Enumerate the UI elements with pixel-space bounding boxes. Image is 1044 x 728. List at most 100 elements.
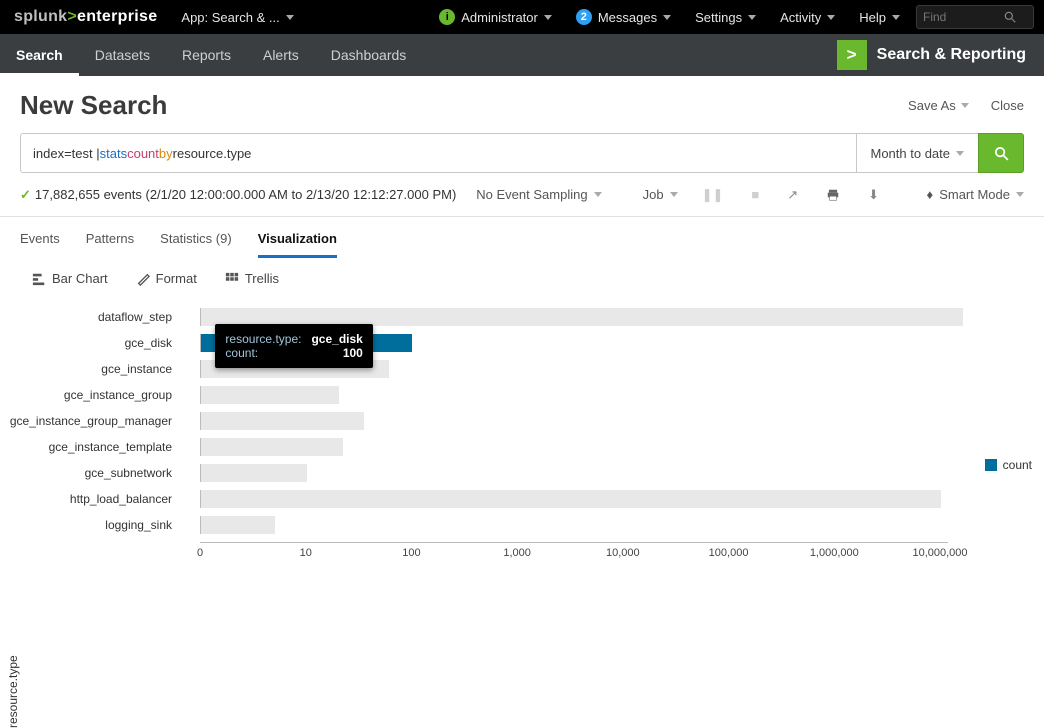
- chevron-down-icon: [670, 192, 678, 197]
- chart-type-picker[interactable]: Bar Chart: [32, 271, 108, 286]
- close-button[interactable]: Close: [991, 98, 1024, 113]
- format-button[interactable]: Format: [136, 271, 197, 286]
- sampling-menu[interactable]: No Event Sampling: [476, 187, 601, 202]
- bar[interactable]: [201, 516, 275, 534]
- nav-item-reports[interactable]: Reports: [166, 34, 247, 76]
- chart-row: gce_instance_template: [200, 434, 948, 460]
- settings-label: Settings: [695, 10, 742, 25]
- visualization-toolbar: Bar Chart Format Trellis: [0, 259, 1044, 298]
- chevron-down-icon: [827, 15, 835, 20]
- chevron-down-icon: [892, 15, 900, 20]
- brand-pre: splunk: [14, 8, 67, 25]
- admin-menu[interactable]: i Administrator: [427, 0, 564, 34]
- result-tabs: Events Patterns Statistics (9) Visualizatio…: [0, 217, 1044, 259]
- nav-item-alerts[interactable]: Alerts: [247, 34, 315, 76]
- app-logo-icon: >: [837, 40, 867, 70]
- result-tab-visualization[interactable]: Visualization: [258, 231, 337, 258]
- x-tick: 1,000,000: [810, 547, 859, 559]
- trellis-button[interactable]: Trellis: [225, 271, 279, 286]
- x-tick: 100: [402, 547, 420, 559]
- brand-sep: >: [67, 8, 77, 25]
- page-header: New Search Save As Close: [0, 76, 1044, 127]
- x-tick: 100,000: [709, 547, 749, 559]
- app-navbar: SearchDatasetsReportsAlertsDashboards > …: [0, 34, 1044, 76]
- bar-track[interactable]: [200, 490, 948, 508]
- chevron-down-icon: [663, 15, 671, 20]
- bar[interactable]: [201, 438, 343, 456]
- chevron-down-icon: [286, 15, 294, 20]
- chevron-down-icon: [748, 15, 756, 20]
- time-range-picker[interactable]: Month to date: [856, 133, 979, 173]
- global-find-input[interactable]: [923, 10, 1003, 24]
- messages-badge: 2: [576, 9, 592, 25]
- result-tab-patterns[interactable]: Patterns: [86, 231, 134, 258]
- print-icon[interactable]: [822, 187, 844, 203]
- admin-label: Administrator: [461, 10, 538, 25]
- bar-chart-icon: [32, 272, 46, 286]
- run-search-button[interactable]: [978, 133, 1024, 173]
- brush-icon: [136, 272, 150, 286]
- nav-item-datasets[interactable]: Datasets: [79, 34, 166, 76]
- result-tab-statistics-[interactable]: Statistics (9): [160, 231, 232, 258]
- chart-legend: count: [985, 458, 1032, 472]
- result-tab-events[interactable]: Events: [20, 231, 60, 258]
- search-status-row: ✓17,882,655 events (2/1/20 12:00:00.000 …: [0, 173, 1044, 217]
- bar-track[interactable]: [200, 516, 948, 534]
- time-range-label: Month to date: [871, 146, 951, 161]
- help-menu[interactable]: Help: [847, 0, 912, 34]
- grid-icon: [225, 272, 239, 286]
- save-as-button[interactable]: Save As: [908, 98, 969, 113]
- chevron-down-icon: [594, 192, 602, 197]
- pause-icon: ❚❚: [698, 187, 728, 203]
- legend-swatch: [985, 459, 997, 471]
- x-tick: 10: [300, 547, 312, 559]
- category-label: gce_instance: [0, 362, 180, 376]
- help-label: Help: [859, 10, 886, 25]
- job-menu[interactable]: Job: [643, 187, 678, 202]
- category-label: gce_disk: [0, 336, 180, 350]
- x-axis: 0101001,00010,000100,0001,000,00010,000,…: [200, 542, 948, 566]
- chart-area: resource.type dataflow_stepgce_diskgce_i…: [0, 298, 1044, 566]
- global-find[interactable]: [916, 5, 1034, 29]
- bar[interactable]: [201, 464, 307, 482]
- nav-item-dashboards[interactable]: Dashboards: [315, 34, 423, 76]
- chevron-down-icon: [544, 15, 552, 20]
- search-icon: [1003, 10, 1017, 24]
- bar-track[interactable]: [200, 386, 948, 404]
- info-icon: i: [439, 9, 455, 25]
- messages-label: Messages: [598, 10, 657, 25]
- page-title: New Search: [20, 90, 167, 121]
- x-tick: 1,000: [503, 547, 531, 559]
- global-topbar: splunk>enterprise App: Search & ... i Ad…: [0, 0, 1044, 34]
- nav-item-search[interactable]: Search: [0, 34, 79, 76]
- search-input[interactable]: index=test | stats count by resource.typ…: [20, 133, 856, 173]
- bar-track[interactable]: [200, 464, 948, 482]
- bolt-icon: ♦: [927, 187, 934, 202]
- app-switcher-label: App: Search & ...: [181, 10, 279, 25]
- bar[interactable]: [201, 386, 339, 404]
- search-icon: [993, 145, 1010, 162]
- chevron-down-icon: [961, 103, 969, 108]
- y-axis-title: resource.type: [6, 655, 20, 728]
- category-label: http_load_balancer: [0, 492, 180, 506]
- settings-menu[interactable]: Settings: [683, 0, 768, 34]
- chart-row: http_load_balancer: [200, 486, 948, 512]
- category-label: gce_subnetwork: [0, 466, 180, 480]
- chart-row: gce_instance_group_manager: [200, 408, 948, 434]
- search-bar-row: index=test | stats count by resource.typ…: [0, 127, 1044, 173]
- activity-label: Activity: [780, 10, 821, 25]
- download-icon[interactable]: ⬇: [864, 187, 883, 203]
- check-icon: ✓: [20, 187, 31, 202]
- app-switcher[interactable]: App: Search & ...: [171, 10, 303, 25]
- bar[interactable]: [201, 490, 941, 508]
- bar-track[interactable]: [200, 438, 948, 456]
- share-icon[interactable]: ↗: [783, 187, 802, 203]
- brand-logo: splunk>enterprise: [0, 8, 171, 26]
- messages-menu[interactable]: 2 Messages: [564, 0, 683, 34]
- category-label: gce_instance_group_manager: [0, 414, 180, 428]
- chart-row: logging_sink: [200, 512, 948, 538]
- search-mode-menu[interactable]: ♦ Smart Mode: [927, 187, 1024, 202]
- bar-track[interactable]: [200, 412, 948, 430]
- bar[interactable]: [201, 412, 364, 430]
- activity-menu[interactable]: Activity: [768, 0, 847, 34]
